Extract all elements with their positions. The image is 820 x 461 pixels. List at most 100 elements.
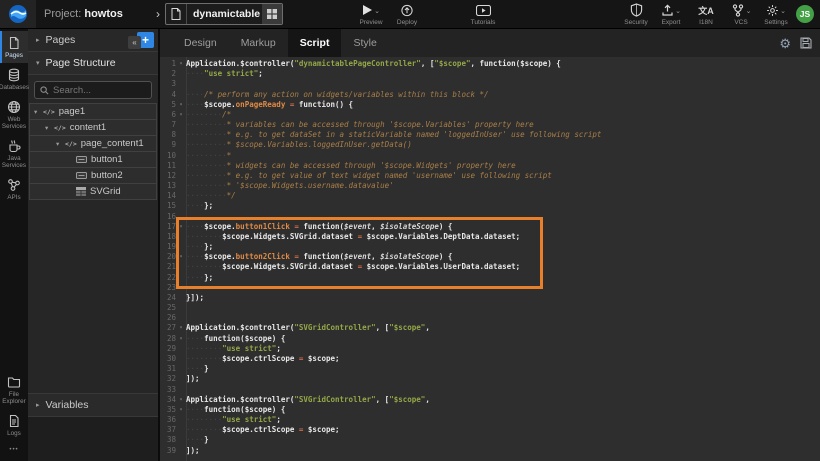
dropdown-chevron-icon: ⌄ (675, 9, 681, 15)
tutorials-button[interactable]: Tutorials (467, 2, 499, 27)
tab-design[interactable]: Design (172, 29, 229, 57)
tree-node-page_content1[interactable]: ▾</>page_content1 (29, 135, 157, 152)
code-line-30: 30········$scope.ctrlScope = $scope; (160, 354, 820, 364)
tab-script[interactable]: Script (288, 29, 342, 57)
sidebar-more-icon[interactable]: ••• (0, 441, 28, 461)
sidebar-item-web-services[interactable]: WebServices (0, 95, 28, 134)
studio-window: Project: howtos › dynamictable ⌄PreviewD… (0, 0, 820, 461)
app-logo[interactable] (0, 0, 36, 28)
page-file-icon (166, 4, 187, 24)
tree-node-label: page1 (59, 106, 85, 117)
code-line-32: 32]); (160, 374, 820, 384)
tree-node-content1[interactable]: ▾</>content1 (29, 119, 157, 136)
code-line-15: 15····}; (160, 201, 820, 211)
fold-gutter (176, 161, 186, 171)
page-structure-header[interactable]: ▾ Page Structure (28, 52, 158, 75)
code-line-22: 22····}; (160, 273, 820, 283)
security-label: Security (624, 19, 647, 26)
deploy-button[interactable]: Deploy (391, 2, 423, 27)
sidebar-item-databases[interactable]: Databases (0, 63, 28, 95)
vcs-label: VCS (734, 19, 747, 26)
fold-marker-icon[interactable]: ▾ (176, 252, 186, 262)
tutorials-label: Tutorials (471, 19, 496, 26)
search-input[interactable]: Search... (34, 81, 152, 99)
tab-markup[interactable]: Markup (229, 29, 288, 57)
editor: DesignMarkupScriptStyle ⚙ 1▾Application.… (160, 29, 820, 461)
code-line-29: 29········"use strict"; (160, 344, 820, 354)
user-avatar[interactable]: JS (796, 5, 814, 23)
code-line-19: 19····}; (160, 242, 820, 252)
code-line-16: 16 (160, 212, 820, 222)
deploy-icon (400, 4, 414, 17)
tree-node-SVGrid[interactable]: SVGrid (29, 183, 157, 200)
sidebar-item-pages[interactable]: Pages (0, 31, 28, 63)
code-line-12: 12·········* e.g. to get value of text w… (160, 171, 820, 181)
fold-marker-icon[interactable]: ▾ (176, 110, 186, 120)
search-placeholder: Search... (53, 85, 91, 96)
i18n-label: I18N (699, 19, 713, 26)
security-button[interactable]: Security (620, 2, 652, 27)
preview-label: Preview (359, 19, 382, 26)
project-name: howtos (84, 8, 123, 20)
fold-marker-icon[interactable]: ▾ (176, 405, 186, 415)
fold-gutter (176, 425, 186, 435)
fold-gutter (176, 79, 186, 89)
code-line-31: 31····} (160, 364, 820, 374)
code-line-35: 35▾····function($scope) { (160, 405, 820, 415)
export-button[interactable]: ⌄Export (655, 2, 687, 27)
code-editor[interactable]: 1▾Application.$controller("dynamictableP… (160, 57, 820, 461)
fold-gutter (176, 354, 186, 364)
sidebar-item-file-explorer[interactable]: FileExplorer (0, 370, 28, 409)
code-line-7: 7·········* variables can be accessed th… (160, 120, 820, 130)
sidebar-item-logs[interactable]: Logs (0, 409, 28, 441)
tree-node-button2[interactable]: button2 (29, 167, 157, 184)
fold-marker-icon[interactable]: ▾ (176, 334, 186, 344)
code-line-23: 23 (160, 283, 820, 293)
left-panel: ▸ Pages + ▾ Page Structure Search... ▾</… (28, 29, 160, 461)
tab-style[interactable]: Style (341, 29, 388, 57)
tree-node-page1[interactable]: ▾</>page1 (29, 103, 157, 120)
export-icon: ⌄ (661, 4, 681, 17)
sidebar-item-java-services[interactable]: JavaServices (0, 134, 28, 173)
dropdown-chevron-icon: ⌄ (374, 9, 380, 15)
tree-node-label: SVGrid (90, 186, 121, 197)
collapse-panel-button[interactable]: « (128, 36, 141, 49)
tree-node-button1[interactable]: button1 (29, 151, 157, 168)
search-icon (40, 86, 49, 95)
settings-button[interactable]: ⌄Settings (760, 2, 792, 27)
vcs-button[interactable]: ⌄VCS (725, 2, 757, 27)
settings-icon: ⌄ (766, 4, 786, 17)
fold-gutter (176, 212, 186, 222)
code-line-10: 10·········* (160, 151, 820, 161)
panel-empty-space (28, 200, 158, 393)
fold-marker-icon[interactable]: ▾ (176, 100, 186, 110)
markup-tag-icon: </> (43, 108, 55, 116)
code-line-9: 9·········* $scope.Variables.loggedInUse… (160, 140, 820, 150)
script-settings-gear-icon[interactable]: ⚙ (779, 37, 791, 50)
code-lines: 1▾Application.$controller("dynamictableP… (160, 59, 820, 456)
tree-node-label: content1 (70, 122, 106, 133)
code-line-27: 27▾Application.$controller("SVGridContro… (160, 323, 820, 333)
code-line-24: 24}]); (160, 293, 820, 303)
fold-marker-icon[interactable]: ▾ (176, 222, 186, 232)
fold-marker-icon[interactable]: ▾ (176, 59, 186, 69)
fold-gutter (176, 232, 186, 242)
button-widget-icon (76, 171, 87, 180)
fold-marker-icon[interactable]: ▾ (176, 323, 186, 333)
i18n-button[interactable]: 文AI18N (690, 2, 722, 27)
save-icon[interactable] (800, 37, 812, 49)
page-selector-value: dynamictable (187, 8, 262, 20)
chevron-right-icon: ▸ (36, 401, 40, 409)
fold-marker-icon[interactable]: ▾ (176, 395, 186, 405)
code-line-28: 28▾····function($scope) { (160, 334, 820, 344)
fold-gutter (176, 181, 186, 191)
preview-button[interactable]: ⌄ Preview (355, 2, 387, 27)
code-line-3: 3 (160, 79, 820, 89)
variables-section-header[interactable]: ▸ Variables (28, 393, 158, 417)
sidebar-item-apis[interactable]: APIs (0, 173, 28, 205)
chevron-down-icon: ▾ (45, 124, 54, 132)
grid-menu-icon[interactable] (262, 4, 282, 24)
code-line-1: 1▾Application.$controller("dynamictableP… (160, 59, 820, 69)
page-selector[interactable]: dynamictable (165, 3, 283, 25)
fold-gutter (176, 90, 186, 100)
